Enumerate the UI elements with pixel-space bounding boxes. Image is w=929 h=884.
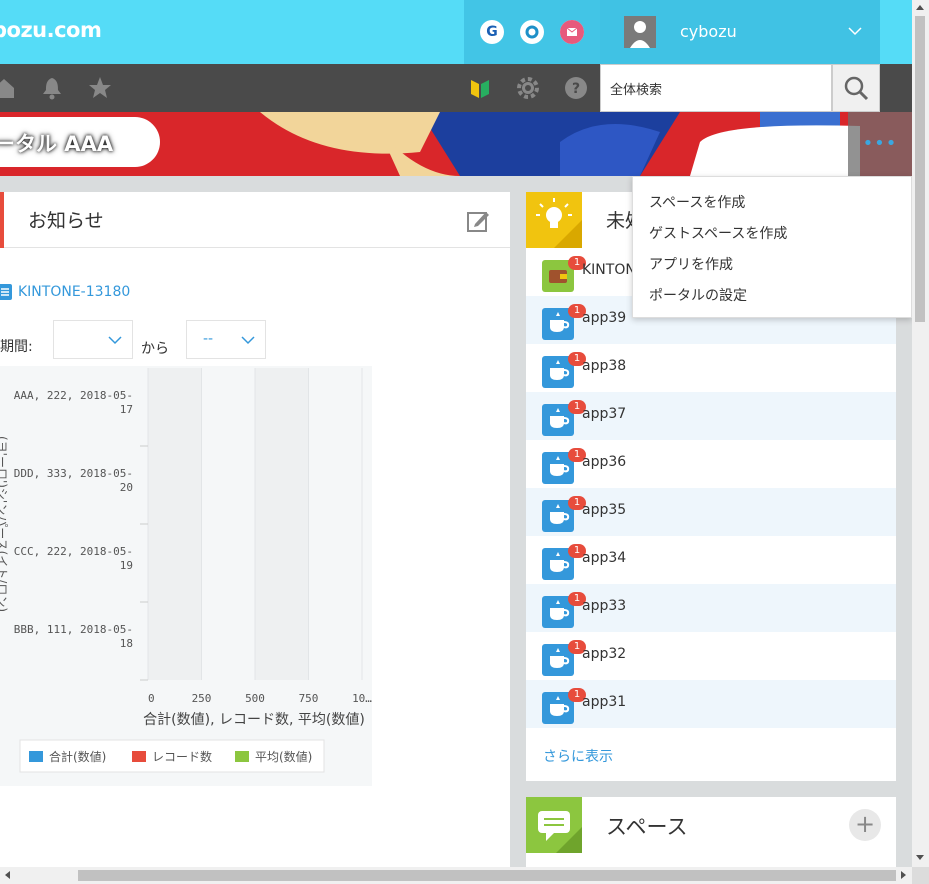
y-tick-label: 20 — [120, 481, 133, 494]
chart-svg: 0 250 500 750 10… AAA, 222, 2018-05-17 DDD, 33… — [0, 368, 372, 773]
portal-title: ータル AAA — [0, 132, 114, 156]
period-from-select[interactable] — [53, 320, 133, 359]
list-item[interactable]: 1 app36 — [526, 440, 896, 488]
period-from-text: から — [141, 341, 169, 357]
list-item[interactable]: 1 app33 — [526, 584, 896, 632]
search-button[interactable] — [832, 64, 880, 112]
chevron-down-icon[interactable] — [848, 26, 862, 36]
search-icon — [844, 76, 869, 101]
y-tick-label: 19 — [120, 559, 133, 572]
list-item[interactable]: 1 app31 — [526, 680, 896, 728]
more-options-button[interactable]: ••• — [848, 112, 912, 176]
scroll-down-icon[interactable] — [914, 853, 926, 863]
search-input[interactable]: 全体検索 — [600, 64, 832, 112]
menu-item-create-guest-space[interactable]: ゲストスペースを作成 — [649, 223, 787, 243]
y-tick-label: DDD, 333, 2018-05- — [14, 467, 133, 480]
portal-banner: ータル AAA — [0, 112, 912, 176]
app-name: app38 — [582, 358, 627, 374]
edit-icon[interactable] — [466, 209, 490, 233]
x-tick-label: 0 — [148, 692, 155, 705]
help-icon[interactable]: ? — [564, 76, 588, 100]
user-menu[interactable]: cybozu — [600, 0, 880, 64]
bell-icon[interactable] — [40, 76, 64, 100]
star-icon[interactable] — [88, 76, 112, 100]
legend-swatch — [235, 751, 249, 762]
chat-bubble-icon — [526, 797, 582, 853]
x-tick-label: 750 — [299, 692, 319, 705]
g-icon[interactable]: G — [480, 20, 504, 44]
svg-text:?: ? — [572, 81, 580, 97]
scroll-right-icon[interactable] — [899, 869, 909, 881]
x-tick-label: 500 — [245, 692, 265, 705]
y-tick-label: BBB, 111, 2018-05- — [14, 623, 133, 636]
bar-chart: 0 250 500 750 10… AAA, 222, 2018-05- 17 DDD, 33… — [0, 366, 372, 786]
vertical-scroll-thumb[interactable] — [915, 16, 925, 322]
list-item[interactable]: 1 app32 — [526, 632, 896, 680]
grid-band — [255, 368, 309, 680]
list-item[interactable]: 1 app35 — [526, 488, 896, 536]
app-name: app37 — [582, 406, 627, 422]
scrollbar-corner — [912, 867, 929, 884]
space-title: スペース — [606, 815, 688, 839]
gear-icon[interactable] — [516, 76, 540, 100]
app-name: app33 — [582, 598, 627, 614]
chevron-down-icon — [108, 336, 122, 345]
y-tick-label: 18 — [120, 637, 133, 650]
legend-label: 合計(数値) — [49, 749, 106, 764]
x-tick-label: 250 — [192, 692, 212, 705]
legend-swatch — [29, 751, 43, 762]
y-axis-label: (ヨ'ーロ')シ'ンパース(イト/ロン) — [0, 436, 9, 612]
circle-o-icon[interactable] — [520, 20, 544, 44]
y-tick-label: AAA, 222, 2018-05- — [14, 389, 133, 402]
show-more-link[interactable]: さらに表示 — [543, 746, 613, 766]
list-item[interactable]: 1 app34 — [526, 536, 896, 584]
legend-label: レコード数 — [152, 749, 212, 764]
scroll-left-icon[interactable] — [2, 869, 12, 881]
app-name: app35 — [582, 502, 627, 518]
period-to-select[interactable]: -- — [186, 320, 266, 359]
y-tick-label: CCC, 222, 2018-05- — [14, 545, 133, 558]
accent-bar — [0, 192, 4, 248]
menu-item-create-app[interactable]: アプリを作成 — [649, 254, 733, 274]
grid-band — [148, 368, 202, 680]
select-value: -- — [203, 331, 214, 347]
chevron-down-icon — [241, 336, 255, 345]
legend-swatch — [132, 751, 146, 762]
legend-label: 平均(数値) — [255, 749, 312, 764]
scroll-up-icon[interactable] — [914, 2, 926, 12]
add-space-button[interactable]: + — [849, 809, 881, 841]
y-tick-label: 17 — [120, 403, 133, 416]
list-item[interactable]: 1 app38 — [526, 344, 896, 392]
user-name: cybozu — [680, 22, 737, 41]
notice-header: お知らせ — [0, 192, 510, 248]
horizontal-scroll-thumb[interactable] — [78, 870, 896, 881]
app-name: app32 — [582, 646, 627, 662]
app-name: app34 — [582, 550, 627, 566]
service-icons: G — [464, 0, 600, 64]
x-tick-label: 10… — [352, 692, 372, 705]
menu-item-create-space[interactable]: スペースを作成 — [649, 192, 745, 212]
app-name: app36 — [582, 454, 627, 470]
notice-panel: お知らせ KINTONE-13180 期間: から -- 0 250 500 750 1… — [0, 192, 510, 884]
app-name: app31 — [582, 694, 627, 710]
list-item[interactable]: 1 app37 — [526, 392, 896, 440]
avatar — [624, 16, 656, 48]
notice-title: お知らせ — [28, 210, 104, 232]
options-menu: スペースを作成 ゲストスペースを作成 アプリを作成 ポータルの設定 — [632, 176, 912, 318]
home-icon[interactable] — [0, 76, 16, 100]
menu-item-portal-settings[interactable]: ポータルの設定 — [649, 285, 747, 305]
app-link[interactable]: KINTONE-13180 — [18, 284, 130, 300]
x-axis-label: 合計(数値), レコード数, 平均(数値) — [143, 712, 365, 728]
beginner-mark-icon[interactable] — [468, 76, 492, 100]
list-icon — [0, 284, 12, 300]
logo[interactable]: bozu.com — [0, 18, 102, 42]
app-name: app39 — [582, 310, 627, 326]
lightbulb-icon — [526, 192, 582, 248]
mail-icon[interactable] — [560, 20, 584, 44]
period-label: 期間: — [0, 339, 33, 355]
